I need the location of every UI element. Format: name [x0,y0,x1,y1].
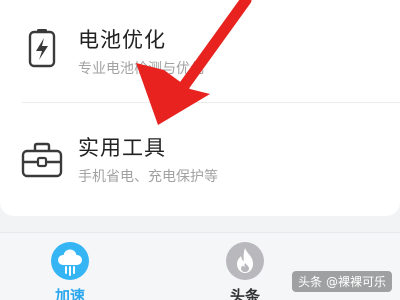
tab-label: 加速 [54,287,85,300]
settings-card: 电池优化 专业电池检测与优化 实用工具 手机省电、充电保护等 [0,0,400,216]
screen: 电池优化 专业电池检测与优化 实用工具 手机省电、充电保护等 加速 头条 头条 … [0,0,400,300]
watermark: 头条 @裸裸可乐 [292,271,392,292]
rocket-cloud-icon [51,242,89,280]
item-title: 实用工具 [78,136,166,160]
tab-label: 头条 [229,287,260,300]
list-item-utility-tools[interactable]: 实用工具 手机省电、充电保护等 [0,106,400,206]
item-subtitle: 手机省电、充电保护等 [78,169,218,185]
toolbox-icon [21,142,63,178]
divider [22,102,400,103]
item-subtitle: 专业电池检测与优化 [78,61,204,77]
list-item-battery-optimization[interactable]: 电池优化 专业电池检测与优化 [0,0,400,100]
flame-icon [226,242,264,280]
tab-headlines[interactable]: 头条 [200,233,290,300]
battery-bolt-icon [28,29,56,68]
tab-speedup[interactable]: 加速 [25,233,115,300]
item-title: 电池优化 [78,28,166,52]
